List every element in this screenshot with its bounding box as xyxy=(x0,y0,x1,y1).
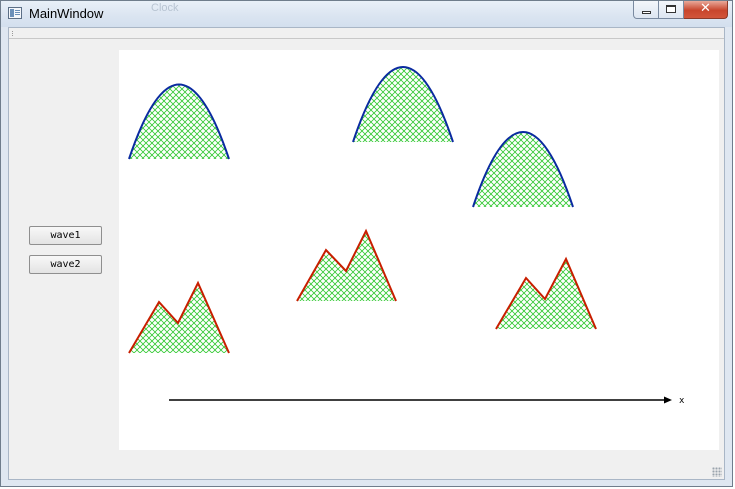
minimize-button[interactable] xyxy=(633,1,659,19)
central-widget: wave1 wave2 x xyxy=(8,27,725,480)
main-window: MainWindow Clock ✕ wave1 wave2 x xyxy=(0,0,733,487)
app-window-icon xyxy=(8,7,22,19)
drawing-canvas[interactable]: x xyxy=(119,50,719,450)
close-icon: ✕ xyxy=(700,1,711,16)
title-bar[interactable]: MainWindow Clock ✕ xyxy=(1,1,732,27)
minimize-icon xyxy=(642,11,651,14)
menu-bar xyxy=(9,28,724,39)
x-axis-label: x xyxy=(679,396,685,406)
wave1-button[interactable]: wave1 xyxy=(29,226,102,245)
window-title: MainWindow xyxy=(29,6,104,21)
close-button[interactable]: ✕ xyxy=(684,1,728,19)
wave2-button[interactable]: wave2 xyxy=(29,255,102,274)
background-window-text: Clock xyxy=(151,2,179,14)
resize-grip[interactable] xyxy=(712,467,722,477)
wave-plot: x xyxy=(128,66,685,406)
x-axis-arrowhead xyxy=(664,396,672,404)
maximize-icon xyxy=(666,5,676,13)
window-controls: ✕ xyxy=(633,1,728,19)
maximize-button[interactable] xyxy=(659,1,684,19)
